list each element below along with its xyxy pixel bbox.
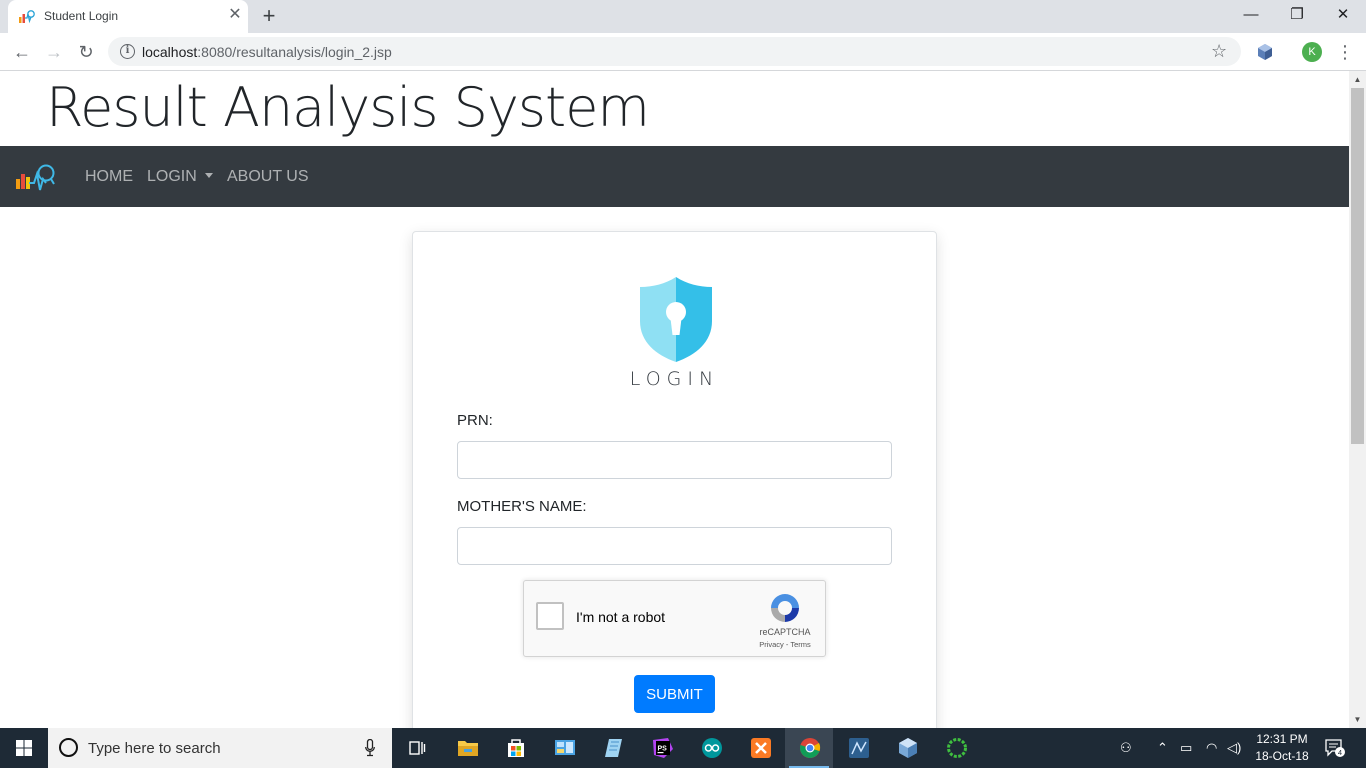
prn-label: PRN:: [457, 412, 493, 429]
mother-name-input[interactable]: [457, 527, 892, 565]
task-view-icon: [409, 741, 426, 755]
back-arrow-icon[interactable]: ←: [10, 40, 34, 64]
recaptcha-logo-icon: [771, 594, 799, 622]
taskbar-loading-app[interactable]: [932, 728, 980, 768]
show-hidden-icons-chevron-icon[interactable]: ⌃: [1157, 739, 1168, 757]
reload-icon[interactable]: ↻: [74, 40, 98, 64]
extension-cube-icon[interactable]: [1256, 43, 1274, 61]
scroll-thumb[interactable]: [1351, 88, 1364, 444]
url-text[interactable]: localhost:8080/resultanalysis/login_2.js…: [142, 44, 392, 60]
brand-logo-icon[interactable]: [15, 162, 57, 192]
site-favicon-icon: [19, 10, 35, 24]
browser-menu-icon[interactable]: ⋮: [1336, 41, 1354, 63]
url-path: :8080/resultanalysis/login_2.jsp: [197, 44, 392, 60]
windows-start-icon[interactable]: [0, 728, 48, 768]
page-scrollbar[interactable]: ▲ ▼: [1349, 71, 1366, 728]
nav-home[interactable]: HOME: [85, 168, 133, 186]
taskbar-arduino[interactable]: [687, 728, 735, 768]
taskbar-control-panel[interactable]: [540, 728, 588, 768]
tab-title: Student Login: [44, 9, 119, 23]
dropdown-caret-icon: [204, 173, 213, 178]
login-card: LOGIN PRN: MOTHER'S NAME: I'm not a robo…: [412, 231, 937, 728]
profile-avatar[interactable]: K: [1302, 42, 1322, 62]
taskbar-search-placeholder: Type here to search: [88, 740, 221, 757]
site-navbar: HOME LOGIN ABOUT US: [0, 146, 1349, 207]
bookmark-star-icon[interactable]: ☆: [1211, 40, 1227, 62]
arduino-icon: [702, 738, 722, 758]
tab-close-icon[interactable]: ✕: [226, 6, 244, 24]
browser-tab-strip: Student Login ✕ + — ❐ ✕: [0, 0, 1366, 33]
login-heading: LOGIN: [629, 368, 720, 390]
windows-taskbar: Type here to search PS ⚇ ⌃ ▭ ◠ ◁) 12:31 …: [0, 728, 1366, 768]
submit-button[interactable]: SUBMIT: [634, 675, 715, 713]
recaptcha-widget: I'm not a robot reCAPTCHA Privacy - Term…: [523, 580, 826, 657]
taskbar-phpstorm[interactable]: PS: [638, 728, 686, 768]
battery-icon[interactable]: ▭: [1180, 739, 1192, 757]
recaptcha-checkbox[interactable]: [536, 602, 564, 630]
recaptcha-terms-link[interactable]: Privacy - Terms: [746, 640, 824, 649]
taskbar-mysql-workbench[interactable]: [834, 728, 882, 768]
taskbar-notepad[interactable]: [589, 728, 637, 768]
xampp-icon: [751, 738, 771, 758]
taskbar-search-box[interactable]: Type here to search: [48, 728, 392, 768]
taskbar-virtualbox[interactable]: [883, 728, 931, 768]
recaptcha-brand: reCAPTCHA: [759, 627, 811, 637]
green-ring-icon: [947, 738, 967, 758]
phpstorm-icon: PS: [653, 738, 673, 758]
site-info-icon[interactable]: i: [120, 44, 135, 59]
taskbar-store[interactable]: [491, 728, 539, 768]
people-icon[interactable]: ⚇: [1120, 739, 1132, 757]
browser-toolbar: ← → ↻ i localhost:8080/resultanalysis/lo…: [0, 33, 1366, 71]
svg-text:PS: PS: [658, 746, 668, 753]
clock-time: 12:31 PM: [1256, 732, 1308, 746]
scroll-up-arrow-icon[interactable]: ▲: [1349, 71, 1366, 88]
taskbar-xampp[interactable]: [736, 728, 784, 768]
cube-icon: [899, 738, 917, 758]
shield-lock-icon: [640, 277, 712, 362]
nav-login-dropdown[interactable]: LOGIN: [147, 168, 213, 186]
minimize-icon[interactable]: —: [1228, 0, 1274, 30]
wifi-icon[interactable]: ◠: [1206, 739, 1217, 757]
new-tab-icon[interactable]: +: [258, 5, 280, 27]
volume-icon[interactable]: ◁): [1227, 739, 1241, 757]
taskbar-file-explorer[interactable]: [443, 728, 491, 768]
url-host: localhost: [142, 44, 198, 60]
nav-about-us[interactable]: ABOUT US: [227, 168, 309, 186]
mother-name-label: MOTHER'S NAME:: [457, 498, 587, 515]
clock-date: 18-Oct-18: [1255, 749, 1309, 763]
browser-tab[interactable]: Student Login ✕: [8, 0, 248, 33]
action-center-icon[interactable]: 4: [1324, 738, 1346, 758]
control-panel-icon: [555, 740, 575, 755]
taskbar-chrome[interactable]: [785, 728, 833, 768]
store-bag-icon: [508, 739, 524, 757]
address-bar[interactable]: i localhost:8080/resultanalysis/login_2.…: [108, 37, 1241, 66]
notebook-icon: [605, 739, 622, 757]
task-view-button[interactable]: [392, 728, 440, 768]
taskbar-clock[interactable]: 12:31 PM 18-Oct-18: [1247, 731, 1317, 765]
chrome-icon: [800, 738, 821, 758]
nav-login-label: LOGIN: [147, 168, 197, 185]
workbench-icon: [849, 738, 869, 758]
site-title: Result Analysis System: [46, 76, 650, 139]
notification-count: 4: [1338, 748, 1342, 757]
restore-icon[interactable]: ❐: [1274, 0, 1320, 30]
window-close-icon[interactable]: ✕: [1320, 0, 1366, 30]
prn-input[interactable]: [457, 441, 892, 479]
folder-icon: [458, 741, 478, 756]
cortana-icon[interactable]: [59, 738, 78, 757]
page-viewport: Result Analysis System HOME LOGIN ABOUT …: [0, 71, 1349, 728]
recaptcha-label: I'm not a robot: [576, 609, 666, 625]
forward-arrow-icon[interactable]: →: [42, 40, 66, 64]
microphone-icon[interactable]: [365, 739, 375, 757]
scroll-down-arrow-icon[interactable]: ▼: [1349, 711, 1366, 728]
